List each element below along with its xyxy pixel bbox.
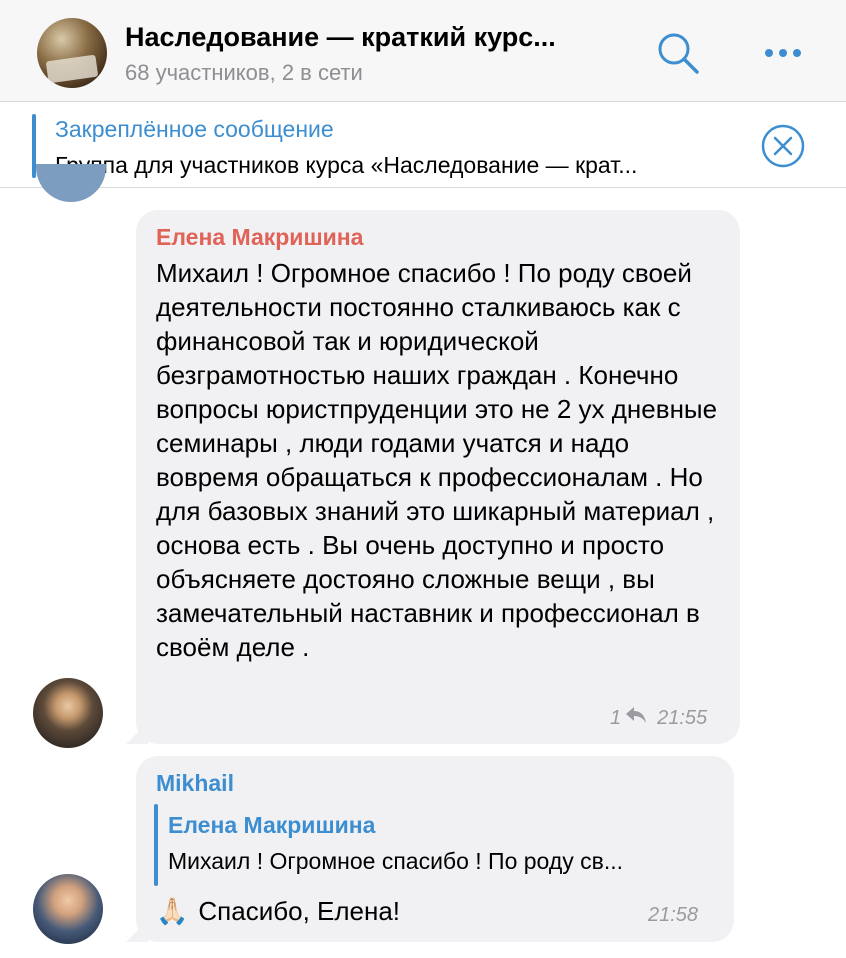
search-icon[interactable]	[655, 30, 701, 76]
pinned-title: Закреплённое сообщение	[55, 116, 334, 142]
group-avatar[interactable]	[37, 18, 107, 88]
message-bubble[interactable]: Елена Макришина Михаил ! Огромное спасиб…	[126, 210, 740, 744]
chat-header: Наследование — краткий курс... 68 участн…	[0, 0, 846, 102]
message-author[interactable]: Mikhail	[156, 770, 234, 797]
reply-accent-bar	[154, 804, 158, 886]
pinned-text: Группа для участников курса «Наследовани…	[55, 152, 638, 178]
bubble-tail	[126, 722, 148, 744]
praying-hands-icon: 🙏🏻	[156, 896, 189, 926]
message-time: 21:58	[648, 904, 699, 926]
reply-quote-author[interactable]: Елена Макришина	[168, 812, 375, 839]
chat-title[interactable]: Наследование — краткий курс...	[125, 22, 556, 53]
message-text: Михаил ! Огромное спасибо ! По роду свое…	[156, 258, 718, 662]
message-meta: 1 21:55	[610, 706, 707, 730]
message-author[interactable]: Елена Макришина	[156, 224, 363, 251]
reply-count: 1	[610, 706, 622, 729]
reply-arrow-icon	[625, 706, 647, 730]
message-time: 21:55	[657, 706, 708, 729]
chat-subtitle: 68 участников, 2 в сети	[125, 60, 363, 85]
close-pinned-icon[interactable]	[760, 123, 806, 174]
previous-avatar[interactable]	[36, 164, 106, 202]
pinned-message-bar[interactable]: Закреплённое сообщение Группа для участн…	[0, 102, 846, 188]
reply-quote-text[interactable]: Михаил ! Огромное спасибо ! По роду св..…	[168, 848, 623, 875]
message-bubble[interactable]: Mikhail Елена Макришина Михаил ! Огромно…	[126, 756, 734, 942]
bubble-tail	[126, 920, 148, 942]
message-text-row: 🙏🏻 Спасибо, Елена!	[156, 896, 400, 927]
avatar[interactable]	[33, 874, 103, 944]
avatar[interactable]	[33, 678, 103, 748]
message-text: Спасибо, Елена!	[198, 896, 401, 926]
more-dots-icon[interactable]	[760, 38, 806, 68]
